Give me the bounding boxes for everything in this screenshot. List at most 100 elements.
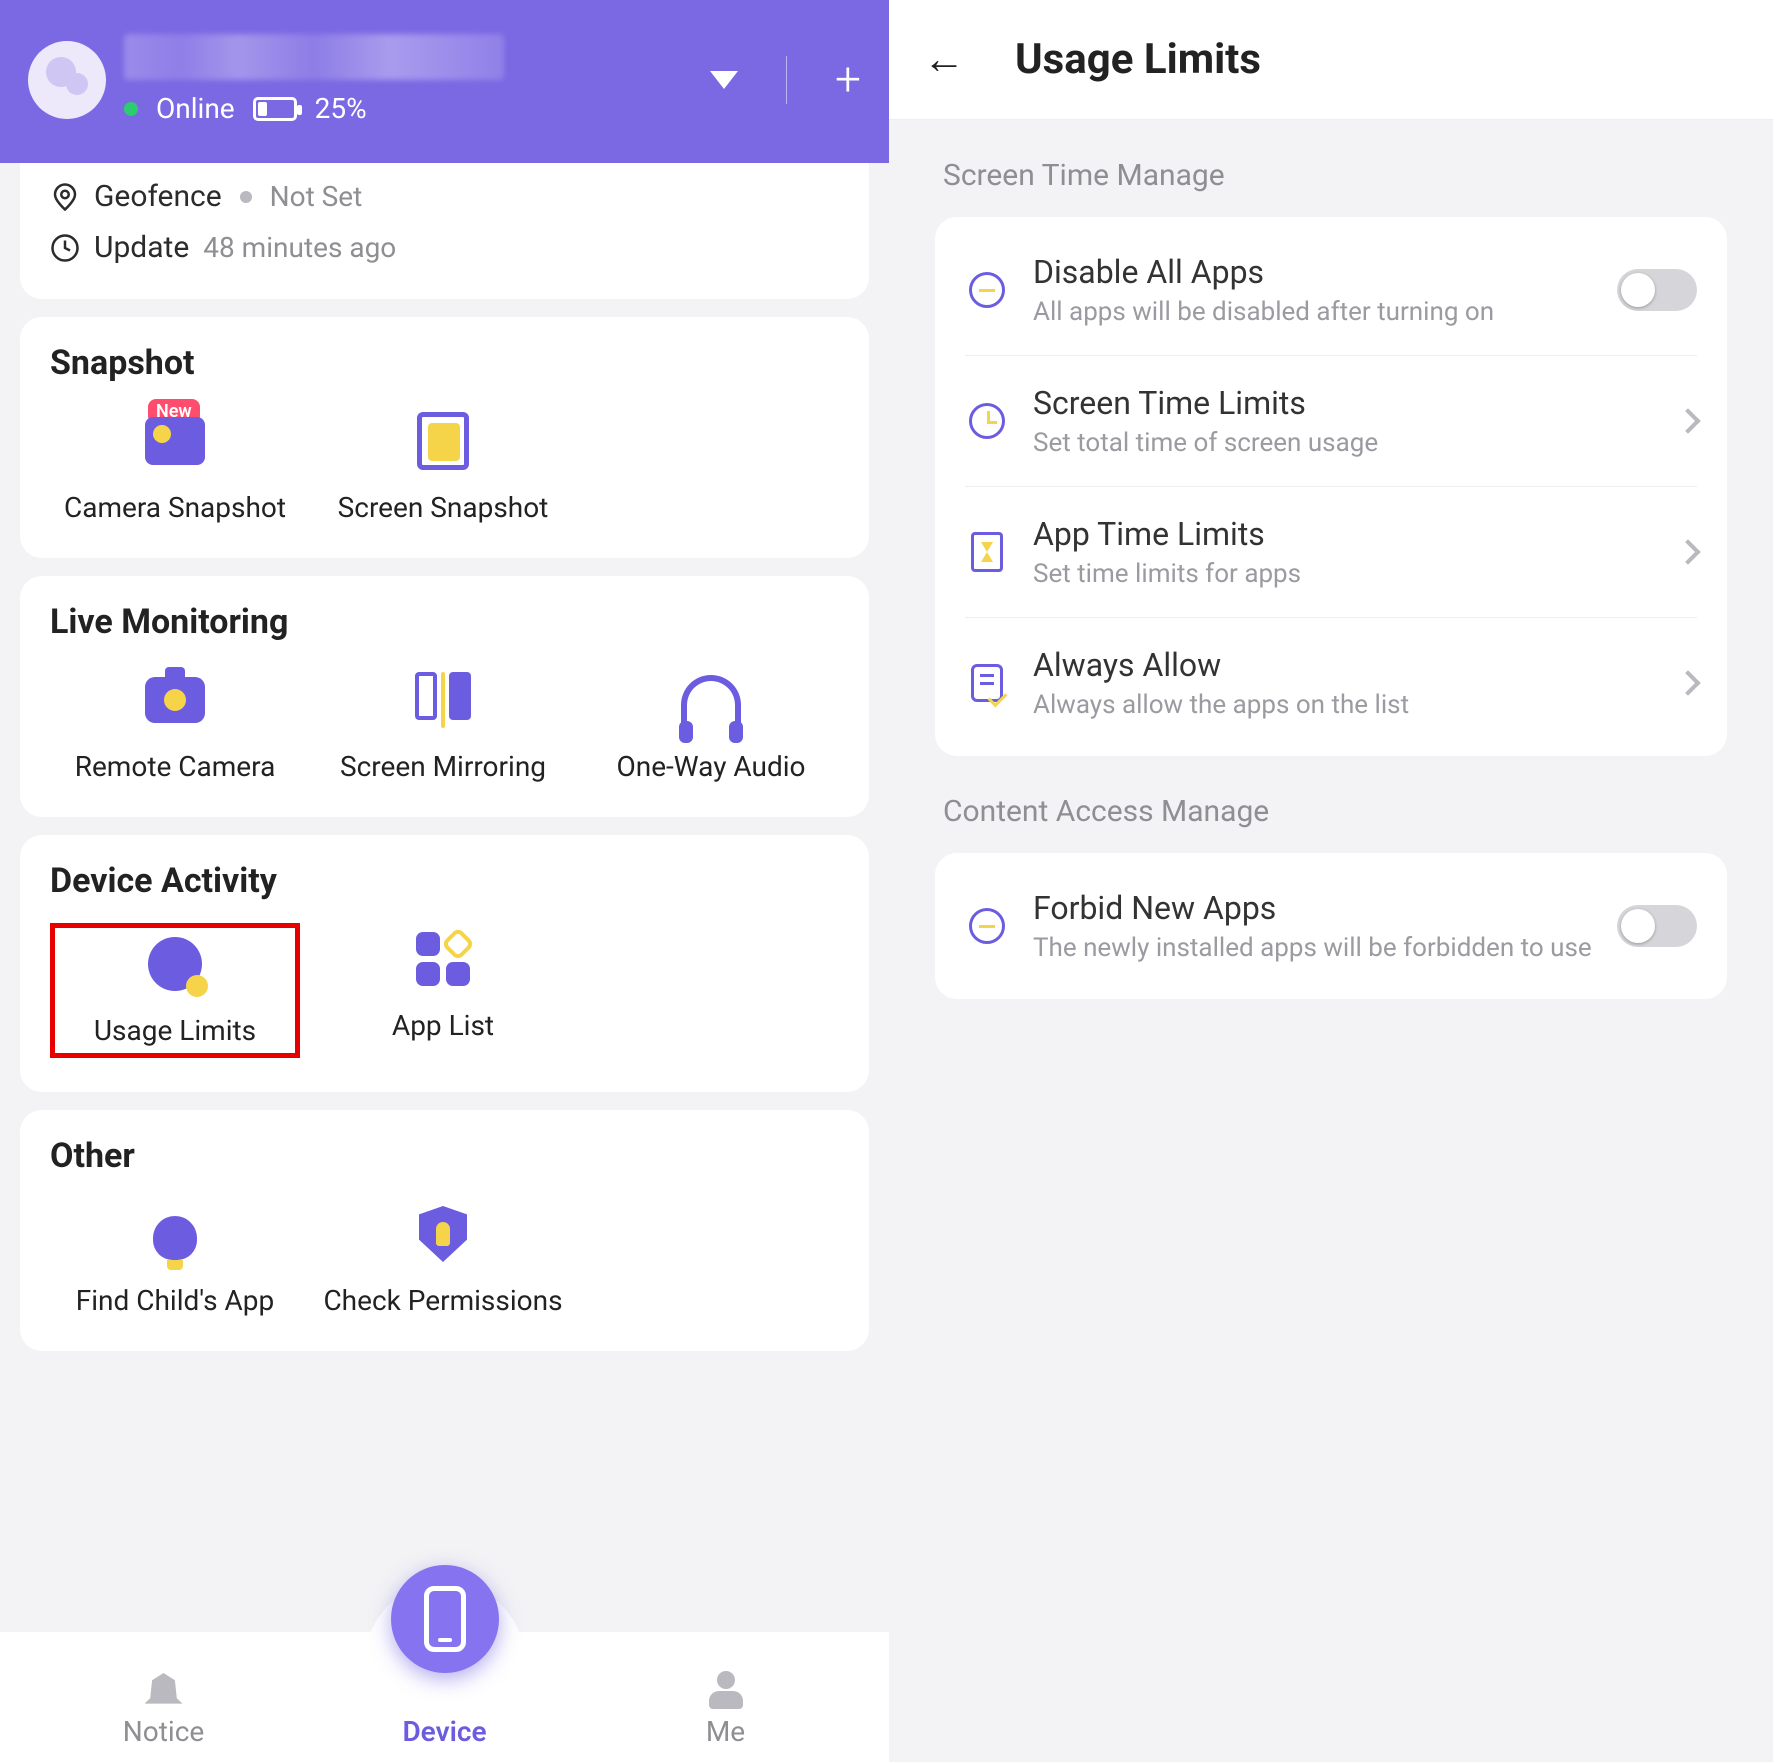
device-icon [391,1565,499,1673]
bell-icon [145,1673,183,1709]
right-pane: ← Usage Limits Screen Time Manage Disabl… [889,0,1773,1762]
row-subtitle: All apps will be disabled after turning … [1033,297,1593,327]
screen-time-card: Disable All Apps All apps will be disabl… [935,217,1727,756]
snapshot-card: Snapshot New Camera Snapshot Screen Snap… [20,317,869,558]
disable-icon [965,268,1009,312]
tile-label: One-Way Audio [616,750,805,783]
hourglass-icon [965,530,1009,574]
header-info: Online 25% [124,34,710,125]
usage-clock-icon [140,934,210,994]
other-title: Other [50,1136,839,1176]
left-header: Online 25% + [0,0,889,163]
child-name-redacted [124,34,504,80]
toggle-disable-all[interactable] [1617,269,1697,311]
battery-icon [253,97,297,121]
content-access-card: Forbid New Apps The newly installed apps… [935,853,1727,999]
tile-one-way-audio[interactable]: One-Way Audio [586,664,836,783]
tile-label: Check Permissions [323,1284,562,1317]
row-app-time-limits[interactable]: App Time Limits Set time limits for apps [965,487,1697,618]
lightbulb-icon [140,1204,210,1264]
tab-me[interactable]: Me [626,1671,826,1748]
avatar[interactable] [28,41,106,119]
geofence-value: Not Set [270,180,363,213]
live-card: Live Monitoring Remote Camera Screen Mir… [20,576,869,817]
screen-capture-icon [408,411,478,471]
tile-label: Camera Snapshot [64,491,286,524]
geofence-row[interactable]: Geofence Not Set [50,171,839,222]
geofence-icon [50,182,80,212]
tab-device[interactable]: Device [391,1601,499,1748]
tile-label: App List [392,1009,494,1042]
tile-label: Remote Camera [75,750,276,783]
right-header: ← Usage Limits [889,0,1773,120]
row-always-allow[interactable]: Always Allow Always allow the apps on th… [965,618,1697,748]
row-subtitle: Set total time of screen usage [1033,428,1655,458]
tile-check-permissions[interactable]: Check Permissions [318,1198,568,1317]
tile-screen-snapshot[interactable]: Screen Snapshot [318,405,568,524]
row-subtitle: The newly installed apps will be forbidd… [1033,933,1593,963]
other-card: Other Find Child's App Check Permissions [20,1110,869,1351]
battery-percent: 25% [315,92,367,125]
row-title: App Time Limits [1033,515,1655,553]
row-subtitle: Set time limits for apps [1033,559,1655,589]
row-title: Forbid New Apps [1033,889,1593,927]
geofence-label: Geofence [94,179,222,214]
headphones-icon [676,670,746,730]
tile-find-childs-app[interactable]: Find Child's App [50,1198,300,1317]
list-check-icon [965,661,1009,705]
row-title: Always Allow [1033,646,1655,684]
row-title: Screen Time Limits [1033,384,1655,422]
row-title: Disable All Apps [1033,253,1593,291]
live-title: Live Monitoring [50,602,839,642]
clock-icon [50,233,80,263]
row-disable-all-apps[interactable]: Disable All Apps All apps will be disabl… [965,225,1697,356]
row-forbid-new-apps[interactable]: Forbid New Apps The newly installed apps… [965,861,1697,991]
activity-title: Device Activity [50,861,839,901]
person-icon [709,1671,743,1709]
tab-label: Device [402,1715,486,1748]
status-card: Geofence Not Set Update 48 minutes ago [20,163,869,299]
section-screen-time: Screen Time Manage [935,120,1727,217]
photo-icon [140,411,210,471]
tile-label: Screen Snapshot [338,491,549,524]
forbid-icon [965,904,1009,948]
right-body[interactable]: Screen Time Manage Disable All Apps All … [889,120,1773,1762]
tile-remote-camera[interactable]: Remote Camera [50,664,300,783]
tab-label: Me [706,1715,745,1748]
tile-camera-snapshot[interactable]: New Camera Snapshot [50,405,300,524]
snapshot-title: Snapshot [50,343,839,383]
toggle-forbid-new[interactable] [1617,905,1697,947]
update-row[interactable]: Update 48 minutes ago [50,222,839,273]
row-subtitle: Always allow the apps on the list [1033,690,1655,720]
tile-screen-mirroring[interactable]: Screen Mirroring [318,664,568,783]
update-value: 48 minutes ago [203,231,396,264]
left-scroll[interactable]: Geofence Not Set Update 48 minutes ago S… [0,163,889,1762]
tile-label: Screen Mirroring [340,750,546,783]
divider [786,56,787,104]
page-title: Usage Limits [1015,35,1261,84]
clock-outline-icon [965,399,1009,443]
add-icon[interactable]: + [835,57,861,103]
left-pane: Online 25% + Geofence Not Set [0,0,889,1762]
activity-card: Device Activity Usage Limits App List [20,835,869,1092]
chevron-right-icon [1675,408,1700,433]
chevron-down-icon[interactable] [710,71,738,89]
shield-icon [408,1204,478,1264]
tile-label: Find Child's App [76,1284,274,1317]
tile-label: Usage Limits [94,1014,256,1047]
mirror-icon [408,670,478,730]
tab-label: Notice [123,1715,204,1748]
tile-app-list[interactable]: App List [318,923,568,1058]
chevron-right-icon [1675,670,1700,695]
chevron-right-icon [1675,539,1700,564]
camera-icon [140,670,210,730]
tile-usage-limits[interactable]: Usage Limits [50,923,300,1058]
tab-notice[interactable]: Notice [64,1673,264,1748]
back-arrow-icon[interactable]: ← [923,35,965,84]
apps-grid-icon [408,929,478,989]
section-content-access: Content Access Manage [935,756,1727,853]
update-label: Update [94,230,189,265]
dot-icon [240,191,252,203]
row-screen-time-limits[interactable]: Screen Time Limits Set total time of scr… [965,356,1697,487]
bottom-tabbar: Notice Device Me [0,1632,889,1762]
